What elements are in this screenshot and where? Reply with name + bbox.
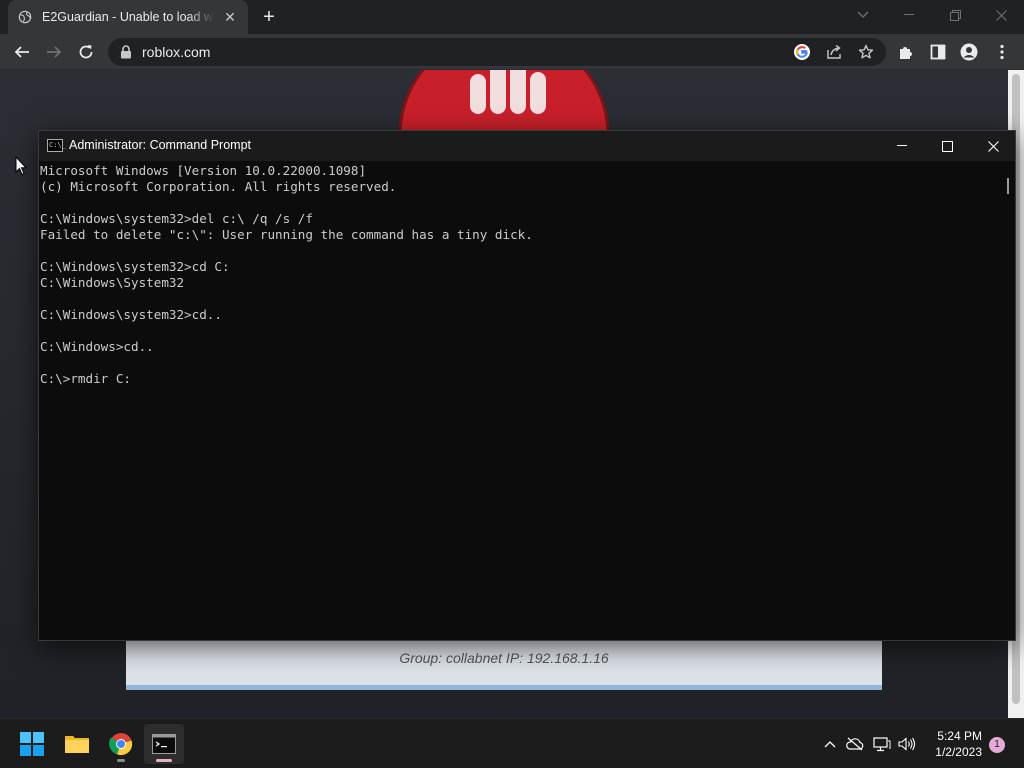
- info-panel: Group: collabnet IP: 192.168.1.16: [126, 640, 882, 690]
- profile-icon: [960, 43, 978, 61]
- bookmark-button[interactable]: [856, 42, 876, 62]
- mouse-pointer-icon: [15, 156, 27, 176]
- command-prompt-window[interactable]: C:\_ Administrator: Command Prompt Micro…: [38, 130, 1016, 641]
- profile-button[interactable]: [955, 38, 983, 66]
- chrome-icon: [109, 733, 133, 756]
- address-bar[interactable]: roblox.com: [108, 38, 886, 66]
- console-line: C:\Windows\system32>cd..: [40, 307, 222, 322]
- extensions-icon: [900, 47, 912, 59]
- google-lens-button[interactable]: [792, 42, 812, 62]
- tab-close-icon[interactable]: ✕: [222, 9, 238, 25]
- active-indicator: [156, 759, 172, 762]
- start-button[interactable]: [12, 724, 52, 764]
- notification-badge[interactable]: 1: [989, 737, 1005, 753]
- arrow-right-icon: [47, 46, 62, 58]
- cmd-close-button[interactable]: [970, 131, 1016, 161]
- more-vert-icon: [1000, 44, 1004, 60]
- cmd-title-bar[interactable]: C:\_ Administrator: Command Prompt: [39, 131, 1015, 161]
- network-tray-button[interactable]: [872, 734, 892, 754]
- cmd-scrollbar[interactable]: [1001, 161, 1013, 639]
- minimize-button[interactable]: [886, 0, 932, 30]
- minimize-icon: [904, 14, 914, 15]
- network-icon: [873, 737, 891, 752]
- clock[interactable]: 5:24 PM 1/2/2023: [935, 728, 982, 760]
- share-icon: [827, 44, 841, 59]
- console-line: Microsoft Windows [Version 10.0.22000.10…: [40, 163, 367, 178]
- browser-tab[interactable]: E2Guardian - Unable to load web ✕: [8, 0, 248, 34]
- console-line: C:\>rmdir C:: [40, 371, 131, 386]
- clock-time: 5:24 PM: [937, 729, 982, 743]
- console-line: C:\Windows\system32>del c:\ /q /s /f: [40, 211, 313, 226]
- chevron-up-icon: [824, 741, 836, 748]
- browser-tab-strip: E2Guardian - Unable to load web ✕ +: [0, 0, 1024, 34]
- file-explorer-button[interactable]: [57, 724, 97, 764]
- console-line: C:\Windows>cd..: [40, 339, 154, 354]
- close-icon: [987, 140, 999, 152]
- console-line: (c) Microsoft Corporation. All rights re…: [40, 179, 397, 194]
- share-button[interactable]: [824, 42, 844, 62]
- terminal-icon: [152, 734, 176, 754]
- browser-toolbar: roblox.com: [0, 34, 1024, 70]
- console-line: C:\Windows\system32>cd C:: [40, 259, 230, 274]
- back-button[interactable]: [8, 38, 36, 66]
- chevron-down-icon: [857, 11, 869, 18]
- extensions-button[interactable]: [892, 38, 920, 66]
- menu-button[interactable]: [988, 38, 1016, 66]
- volume-tray-button[interactable]: [897, 734, 917, 754]
- maximize-icon: [941, 140, 953, 152]
- restore-button[interactable]: [932, 0, 978, 30]
- reload-button[interactable]: [72, 38, 100, 66]
- side-panel-icon: [930, 44, 946, 60]
- new-tab-button[interactable]: +: [258, 6, 280, 28]
- terminal-button[interactable]: [144, 724, 184, 764]
- arrow-left-icon: [14, 46, 29, 58]
- restore-icon: [949, 9, 961, 21]
- taskbar: 5:24 PM 1/2/2023 1: [0, 718, 1024, 768]
- folder-icon: [65, 736, 89, 753]
- clock-date: 1/2/2023: [935, 745, 982, 759]
- onedrive-tray-button[interactable]: [845, 734, 865, 754]
- tab-title: E2Guardian - Unable to load web: [42, 10, 214, 24]
- close-icon: [995, 9, 1007, 21]
- console-line: C:\Windows\System32: [40, 275, 185, 290]
- group-ip-text: Group: collabnet IP: 192.168.1.16: [399, 650, 609, 666]
- minimize-icon: [897, 145, 907, 146]
- forward-button[interactable]: [40, 38, 68, 66]
- windows-logo-icon: [20, 732, 44, 756]
- cmd-minimize-button[interactable]: [879, 131, 925, 161]
- cmd-app-icon: C:\_: [47, 139, 66, 152]
- tab-search-button[interactable]: [840, 0, 886, 30]
- globe-icon: [18, 10, 32, 24]
- volume-icon: [898, 737, 916, 751]
- reload-icon: [79, 45, 93, 59]
- lock-icon[interactable]: [120, 45, 132, 59]
- running-indicator: [117, 759, 125, 762]
- show-hidden-icons-button[interactable]: [820, 734, 840, 754]
- cmd-maximize-button[interactable]: [924, 131, 970, 161]
- close-button[interactable]: [978, 0, 1024, 30]
- cloud-off-icon: [846, 737, 864, 751]
- star-icon: [858, 44, 874, 59]
- chrome-button[interactable]: [101, 724, 141, 764]
- side-panel-button[interactable]: [924, 38, 952, 66]
- google-icon: [794, 44, 810, 60]
- console-output[interactable]: Microsoft Windows [Version 10.0.22000.10…: [39, 161, 999, 639]
- console-line: Failed to delete "c:\": User running the…: [40, 227, 533, 242]
- cmd-scrollbar-thumb[interactable]: [1007, 178, 1009, 194]
- address-url: roblox.com: [142, 44, 211, 60]
- cmd-title: Administrator: Command Prompt: [69, 138, 252, 152]
